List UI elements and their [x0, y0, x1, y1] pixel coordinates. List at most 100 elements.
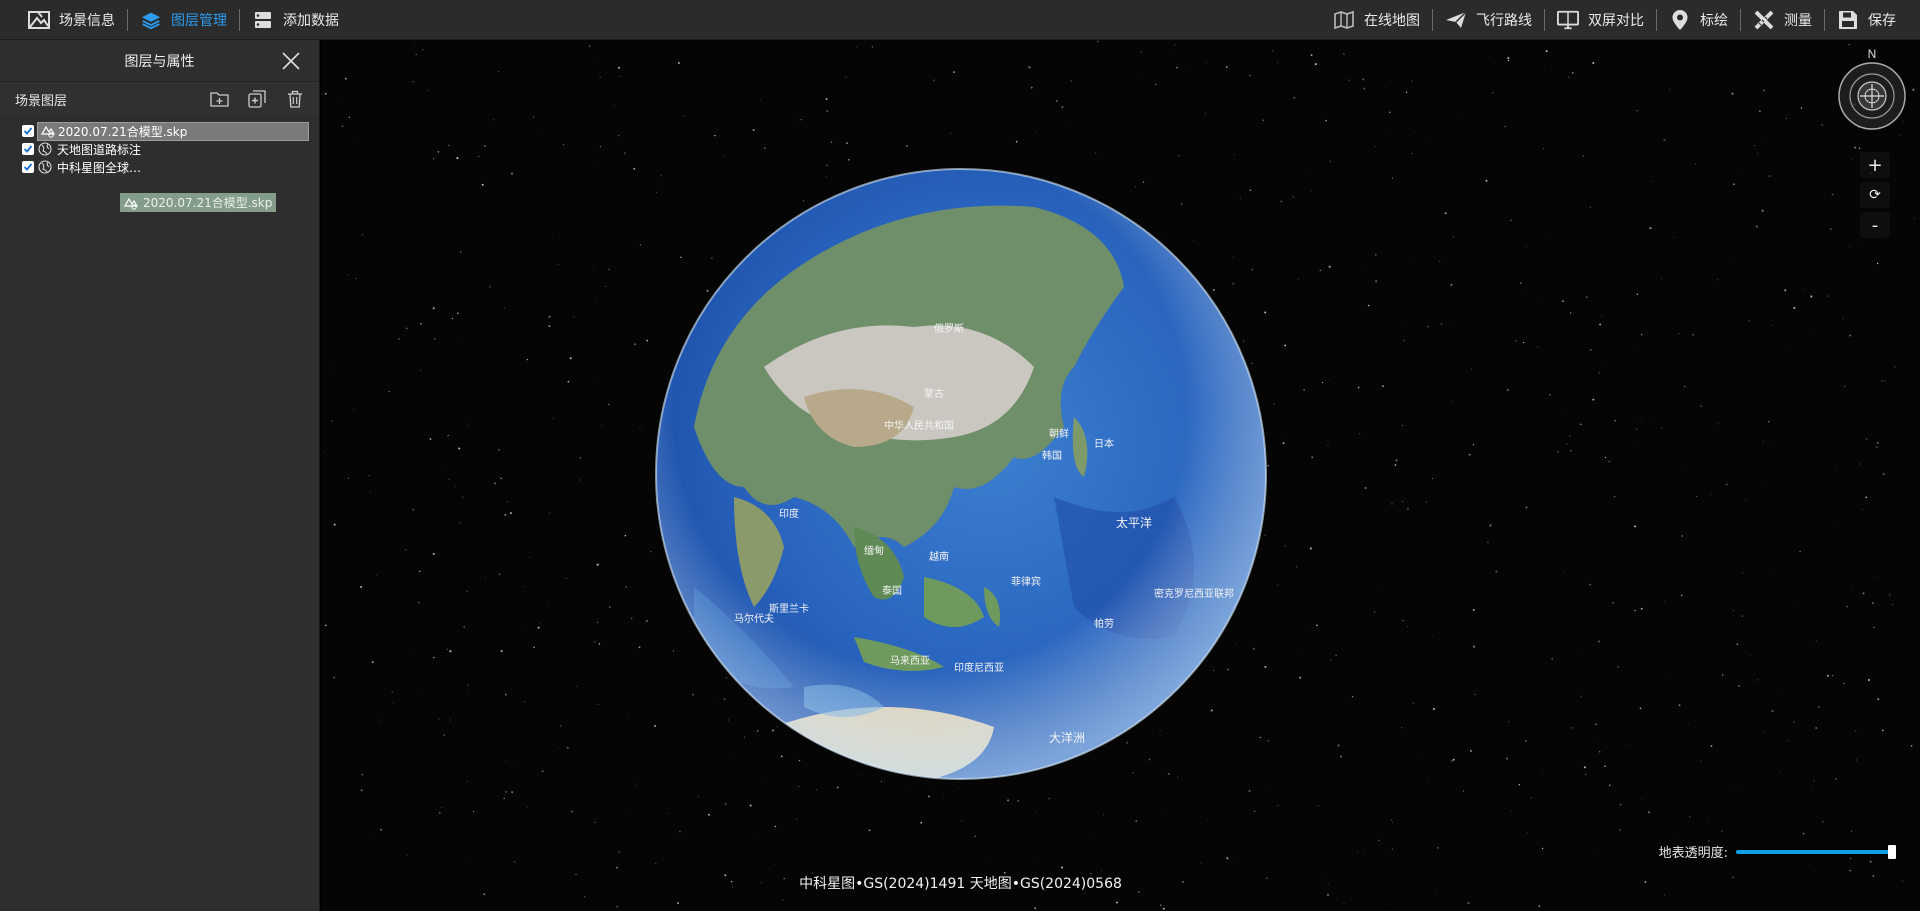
add-folder-icon[interactable]	[209, 89, 229, 109]
star	[1462, 790, 1465, 792]
star	[421, 48, 424, 51]
globe[interactable]: 中华人民共和国 蒙古 俄罗斯 日本 朝鲜 韩国 印度 缅甸 泰国 越南 菲律宾 …	[654, 167, 1268, 785]
toolbar-online-map[interactable]: 在线地图	[1321, 0, 1432, 40]
star	[1742, 572, 1743, 574]
star	[412, 508, 415, 511]
star	[856, 47, 857, 48]
star	[1162, 907, 1165, 910]
toolbar-add-data[interactable]: 添加数据	[240, 0, 351, 40]
toolbar-layer-management[interactable]: 图层管理	[128, 0, 239, 40]
toolbar-scene-info[interactable]: 场景信息	[16, 0, 127, 40]
star	[596, 164, 598, 165]
star	[1207, 820, 1209, 822]
star	[1309, 174, 1311, 176]
map-label: 朝鲜	[1049, 427, 1069, 440]
star	[724, 803, 727, 806]
star	[1367, 304, 1370, 307]
map-label: 大洋洲	[1049, 730, 1085, 745]
star	[433, 656, 435, 659]
star	[1390, 819, 1392, 821]
star	[483, 893, 486, 896]
star	[462, 496, 464, 498]
star	[1437, 847, 1439, 849]
star	[678, 830, 681, 833]
star	[1639, 707, 1642, 710]
star	[763, 147, 766, 150]
surface-opacity-slider[interactable]	[1736, 844, 1896, 859]
star	[1569, 312, 1572, 314]
toolbar-dual-screen[interactable]: 双屏对比	[1545, 0, 1656, 40]
star	[1314, 63, 1317, 66]
star	[1804, 288, 1806, 290]
star	[1793, 721, 1795, 723]
star	[1431, 634, 1433, 636]
map-label: 蒙古	[924, 387, 944, 400]
star	[1899, 134, 1901, 136]
star	[1654, 416, 1655, 418]
model-icon	[123, 195, 139, 211]
layer-row[interactable]: 天地图道路标注	[22, 140, 319, 158]
star	[500, 477, 502, 480]
layer-row[interactable]: 2020.07.21合模型.skp	[22, 121, 319, 141]
layer-row[interactable]: 中科星图全球…	[22, 158, 319, 176]
star	[1035, 131, 1037, 133]
star	[596, 302, 597, 303]
star	[1506, 388, 1509, 392]
star	[547, 604, 549, 606]
toolbar-measure-label: 测量	[1784, 12, 1812, 29]
star	[683, 115, 685, 117]
star	[958, 787, 959, 789]
slider-thumb[interactable]	[1888, 844, 1896, 859]
star	[1759, 110, 1761, 112]
layer-checkbox[interactable]	[22, 125, 34, 137]
star	[1472, 608, 1475, 611]
star	[1821, 820, 1824, 823]
toolbar-measure[interactable]: 测量	[1741, 0, 1824, 40]
toolbar-plot[interactable]: 标绘	[1657, 0, 1740, 40]
star	[1505, 757, 1509, 760]
layer-row-selected[interactable]: 2020.07.21合模型.skp	[37, 121, 309, 141]
navigation-compass[interactable]: N	[1837, 46, 1907, 132]
reset-view-button[interactable]: ⟳	[1860, 182, 1890, 208]
map-label: 中华人民共和国	[884, 419, 954, 432]
star	[1612, 602, 1614, 604]
star	[548, 315, 551, 318]
star	[1589, 206, 1592, 209]
delete-icon[interactable]	[285, 89, 305, 109]
star	[1738, 685, 1740, 687]
star	[625, 808, 627, 810]
star	[1688, 723, 1690, 725]
star	[1056, 100, 1058, 102]
star	[1322, 381, 1324, 384]
star	[1779, 770, 1781, 773]
star	[456, 157, 459, 160]
star	[1601, 314, 1603, 317]
add-layer-icon[interactable]	[247, 89, 267, 109]
layer-checkbox[interactable]	[22, 143, 34, 155]
star	[1472, 443, 1475, 446]
star	[1377, 584, 1378, 586]
star	[437, 150, 440, 153]
close-icon[interactable]	[281, 51, 301, 71]
star	[488, 285, 491, 288]
map-viewport[interactable]: 中华人民共和国 蒙古 俄罗斯 日本 朝鲜 韩国 印度 缅甸 泰国 越南 菲律宾 …	[321, 40, 1920, 911]
star	[1785, 117, 1788, 119]
star	[1481, 338, 1483, 340]
star	[646, 339, 649, 342]
layer-checkbox[interactable]	[22, 161, 34, 173]
star	[347, 274, 349, 276]
zoom-in-button[interactable]: +	[1860, 152, 1890, 178]
star	[1694, 163, 1697, 165]
star	[1409, 256, 1410, 257]
toolbar-flight-route[interactable]: 飞行路线	[1433, 0, 1544, 40]
star	[1470, 368, 1473, 371]
star	[1784, 289, 1787, 292]
star	[1035, 811, 1037, 813]
star	[1884, 380, 1886, 382]
zoom-out-button[interactable]: -	[1860, 212, 1890, 238]
toolbar-save[interactable]: 保存	[1825, 0, 1908, 40]
star	[1757, 153, 1759, 155]
save-icon	[1837, 9, 1859, 31]
star	[943, 793, 945, 795]
star	[1402, 500, 1404, 503]
